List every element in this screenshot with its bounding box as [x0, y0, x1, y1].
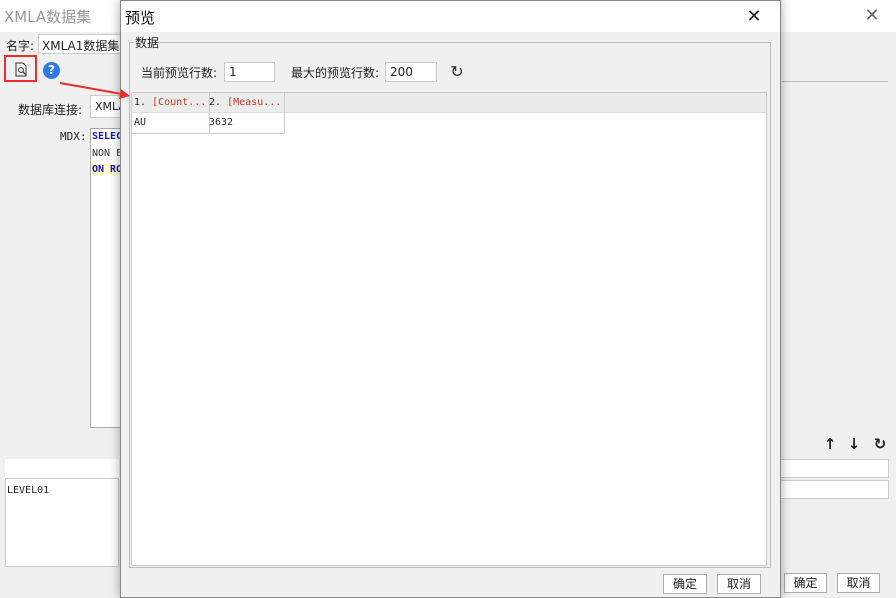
column-index: 2.	[209, 97, 222, 108]
background-title: XMLA数据集	[4, 8, 92, 26]
table-cell[interactable]: 3632	[207, 113, 285, 134]
grid-header-row: 1. [Count... 2. [Measu...	[132, 93, 766, 113]
level-item[interactable]: LEVEL01	[7, 485, 49, 496]
cancel-button[interactable]: 取消	[717, 574, 761, 594]
refresh-icon[interactable]: ↻	[447, 62, 467, 82]
data-group-title: 数据	[134, 34, 161, 51]
close-icon[interactable]: ✕	[742, 5, 766, 29]
refresh-icon[interactable]: ↻	[871, 435, 889, 453]
table-cell[interactable]: AU	[132, 113, 210, 134]
column-header[interactable]: 2. [Measu...	[207, 93, 285, 113]
column-name: [Count...	[152, 97, 207, 108]
preview-icon	[15, 62, 27, 77]
max-rows-input[interactable]: 200	[385, 62, 437, 82]
db-connection-select[interactable]: XMLA	[90, 95, 122, 118]
max-rows-label: 最大的预览行数:	[291, 66, 380, 80]
column-index: 1.	[134, 97, 147, 108]
column-header[interactable]: 1. [Count...	[132, 93, 210, 113]
current-rows-input[interactable]: 1	[224, 62, 275, 82]
ok-button[interactable]: 确定	[784, 573, 827, 593]
mdx-editor[interactable]: SELECT NON E ON RO	[90, 128, 122, 428]
mdx-label: MDX:	[60, 130, 87, 143]
right-input[interactable]	[780, 459, 889, 478]
preview-grid[interactable]: 1. [Count... 2. [Measu... AU 3632	[131, 92, 767, 566]
preview-dialog: 预览 ✕ 数据 当前预览行数: 1 最大的预览行数: 200 ↻ 1. [Cou…	[120, 0, 781, 598]
dialog-title: 预览	[125, 9, 156, 27]
preview-button[interactable]	[4, 55, 37, 82]
name-input[interactable]: XMLA1数据集	[38, 34, 122, 54]
cancel-button[interactable]: 取消	[837, 573, 880, 593]
mdx-line: SELECT	[92, 131, 121, 142]
mdx-line: ON RO	[92, 164, 122, 175]
mdx-line: NON E	[92, 148, 122, 159]
arrow-up-icon[interactable]: ↑	[821, 435, 839, 453]
right-input[interactable]	[780, 480, 889, 499]
arrow-down-icon[interactable]: ↓	[845, 435, 863, 453]
current-rows-label: 当前预览行数:	[141, 66, 218, 80]
dialog-titlebar: 预览 ✕	[121, 1, 780, 32]
background-close-icon[interactable]: ✕	[860, 4, 884, 28]
help-icon[interactable]: ?	[43, 62, 60, 79]
ok-button[interactable]: 确定	[663, 574, 707, 594]
divider	[782, 81, 888, 82]
column-name: [Measu...	[227, 97, 282, 108]
db-connection-label: 数据库连接:	[18, 103, 83, 117]
name-label: 名字:	[6, 39, 35, 53]
level-list-header[interactable]	[5, 459, 119, 479]
